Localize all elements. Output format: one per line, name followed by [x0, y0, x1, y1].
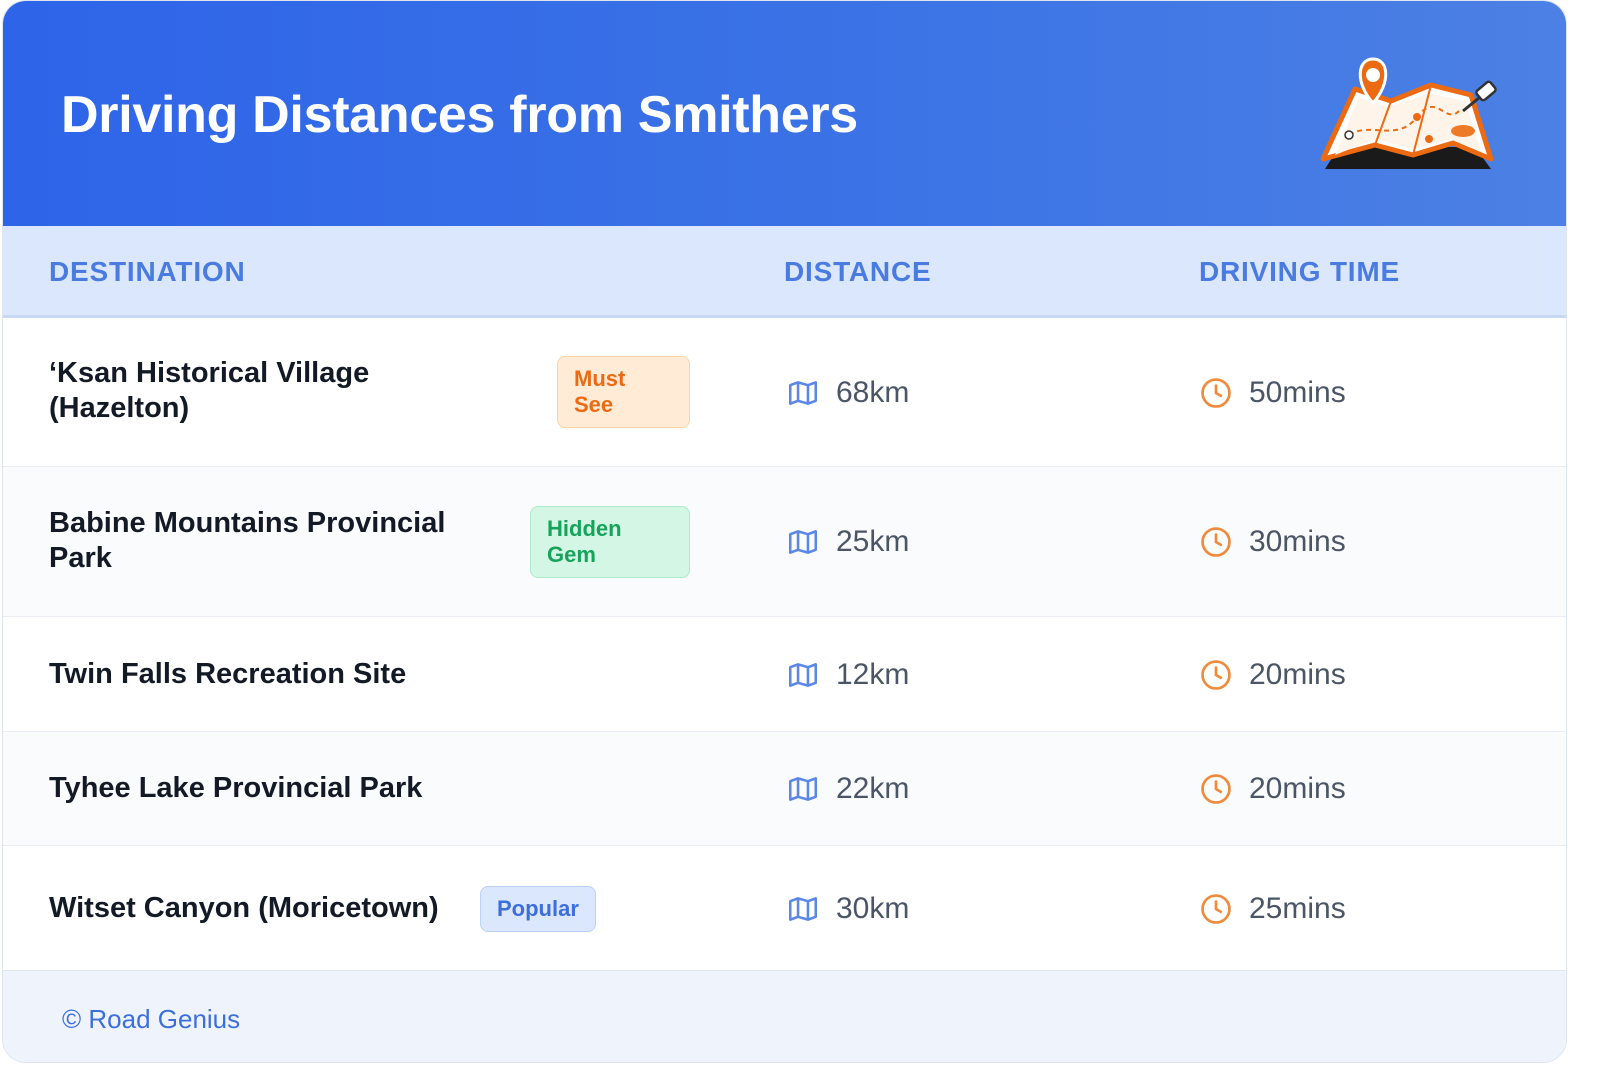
- time-value: 50mins: [1249, 376, 1346, 409]
- destination-name: Twin Falls Recreation Site: [49, 658, 407, 690]
- clock-icon: [1199, 772, 1233, 806]
- distance-cell: 22km: [786, 769, 909, 809]
- clock-icon: [1199, 658, 1233, 692]
- table-row: Babine Mountains Provincial Park Hidden …: [3, 467, 1566, 617]
- column-header-distance[interactable]: DISTANCE: [784, 256, 931, 288]
- distance-value: 22km: [836, 772, 910, 805]
- column-header-destination[interactable]: DESTINATION: [49, 256, 246, 288]
- map-icon: [786, 525, 820, 559]
- time-cell: 30mins: [1199, 522, 1346, 562]
- destination-name: Babine Mountains Provincial Park: [49, 507, 446, 574]
- time-value: 30mins: [1249, 525, 1346, 558]
- destination-name: ‘Ksan Historical Village (Hazelton): [49, 357, 370, 424]
- time-cell: 50mins: [1199, 373, 1346, 413]
- time-cell: 25mins: [1199, 889, 1346, 929]
- table-header: DESTINATION DISTANCE DRIVING TIME: [3, 226, 1566, 318]
- map-icon: [786, 772, 820, 806]
- time-value: 25mins: [1249, 892, 1346, 925]
- time-cell: 20mins: [1199, 655, 1346, 695]
- credit-text[interactable]: © Road Genius: [62, 1004, 240, 1035]
- table-row: Twin Falls Recreation Site 12km 20mins: [3, 617, 1566, 732]
- distance-value: 30km: [836, 892, 910, 925]
- map-with-pins-icon: [1320, 57, 1497, 169]
- distance-cell: 68km: [786, 373, 909, 413]
- distance-value: 12km: [836, 658, 910, 691]
- distance-cell: 12km: [786, 655, 909, 695]
- card-footer: © Road Genius: [3, 970, 1566, 1062]
- hidden-gem-badge: Hidden Gem: [530, 506, 690, 578]
- clock-icon: [1199, 525, 1233, 559]
- popular-badge: Popular: [480, 886, 596, 932]
- destination-name: Tyhee Lake Provincial Park: [49, 772, 423, 804]
- destination-name: Witset Canyon (Moricetown): [49, 892, 439, 924]
- distance-cell: 25km: [786, 522, 909, 562]
- clock-icon: [1199, 892, 1233, 926]
- distance-cell: 30km: [786, 889, 909, 929]
- map-icon: [786, 658, 820, 692]
- distance-card: Driving Distances from Smithers DESTINAT…: [2, 0, 1567, 1063]
- must-see-badge: Must See: [557, 356, 690, 428]
- page-title: Driving Distances from Smithers: [61, 86, 858, 144]
- table-row: Tyhee Lake Provincial Park 22km 20mins: [3, 732, 1566, 846]
- map-icon: [786, 376, 820, 410]
- card-header: Driving Distances from Smithers: [3, 1, 1566, 226]
- time-cell: 20mins: [1199, 769, 1346, 809]
- distance-value: 68km: [836, 376, 910, 409]
- table-row: Witset Canyon (Moricetown) Popular 30km …: [3, 846, 1566, 970]
- time-value: 20mins: [1249, 772, 1346, 805]
- column-header-driving-time[interactable]: DRIVING TIME: [1199, 256, 1400, 288]
- table-row: ‘Ksan Historical Village (Hazelton) Must…: [3, 318, 1566, 467]
- time-value: 20mins: [1249, 658, 1346, 691]
- distance-value: 25km: [836, 525, 910, 558]
- clock-icon: [1199, 376, 1233, 410]
- map-icon: [786, 892, 820, 926]
